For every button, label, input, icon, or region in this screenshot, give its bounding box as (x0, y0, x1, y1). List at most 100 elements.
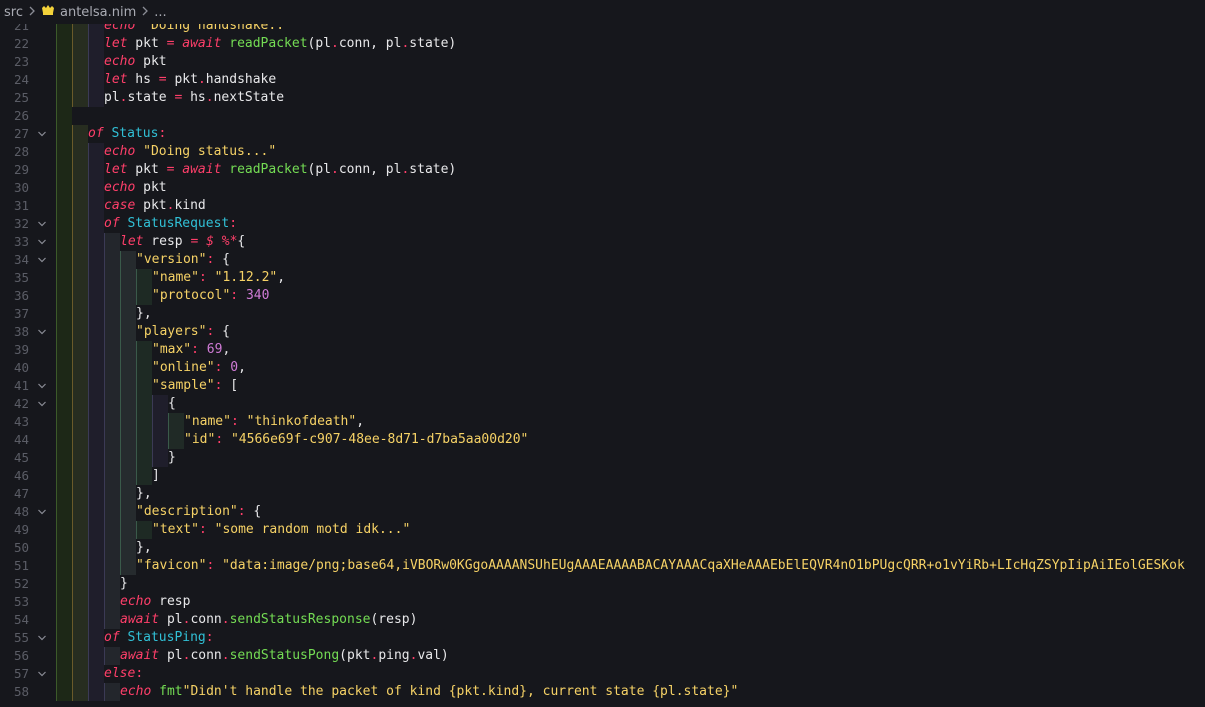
code-line[interactable]: 41 "sample": [ (0, 377, 1205, 395)
code-text[interactable]: "sample": [ (56, 377, 238, 395)
code-line[interactable]: 50}, (0, 539, 1205, 557)
code-line[interactable]: 29 let pkt = await readPacket(pl.conn, pl… (0, 161, 1205, 179)
code-text[interactable]: "name": "1.12.2", (56, 269, 285, 287)
code-text[interactable]: await pl.conn.sendStatusPong(pkt.ping.va… (56, 647, 449, 665)
code-text[interactable]: "online": 0, (56, 359, 246, 377)
fold-chevron-icon[interactable] (37, 377, 49, 395)
code-line[interactable]: 33 let resp = $ %*{ (0, 233, 1205, 251)
indent-guide (56, 611, 72, 629)
code-line[interactable]: 25 pl.state = hs.nextState (0, 89, 1205, 107)
fold-chevron-icon[interactable] (37, 503, 49, 521)
code-text[interactable]: ] (56, 467, 160, 485)
code-line[interactable]: 32 of StatusRequest: (0, 215, 1205, 233)
code-line[interactable]: 58 echo fmt"Didn't handle the packet of k… (0, 683, 1205, 701)
code-text[interactable]: "description": { (56, 503, 261, 521)
code-text[interactable]: echo pkt (56, 179, 167, 197)
code-line[interactable]: 27 of Status: (0, 125, 1205, 143)
code-text[interactable]: "favicon": "data:image/png;base64,iVBORw… (56, 557, 1185, 575)
code-text[interactable]: echo resp (56, 593, 190, 611)
code-token: of (104, 216, 120, 231)
code-line[interactable]: 22 let pkt = await readPacket(pl.conn, pl… (0, 35, 1205, 53)
code-text[interactable]: echo "Doing handshake.." (56, 24, 292, 35)
fold-chevron-icon[interactable] (37, 251, 49, 269)
code-line[interactable]: 53 echo resp (0, 593, 1205, 611)
indent-guide (56, 557, 72, 575)
fold-chevron-icon[interactable] (37, 215, 49, 233)
code-text[interactable]: "players": { (56, 323, 230, 341)
line-number: 21 (13, 24, 29, 33)
code-text[interactable]: of Status: (56, 125, 166, 143)
code-line[interactable]: 48 "description": { (0, 503, 1205, 521)
code-text[interactable]: "text": "some random motd idk..." (56, 521, 410, 539)
code-text[interactable]: of StatusPing: (56, 629, 214, 647)
code-line[interactable]: 39 "max": 69, (0, 341, 1205, 359)
code-text[interactable]: } (56, 575, 128, 593)
code-text[interactable]: let hs = pkt.handshake (56, 71, 276, 89)
code-text[interactable]: await pl.conn.sendStatusResponse(resp) (56, 611, 417, 629)
code-line[interactable]: 51 "favicon": "data:image/png;base64,iVBO… (0, 557, 1205, 575)
code-line[interactable]: 30 echo pkt (0, 179, 1205, 197)
code-line[interactable]: 57 else: (0, 665, 1205, 683)
code-text[interactable]: } (56, 449, 176, 467)
code-line[interactable]: 37}, (0, 305, 1205, 323)
code-line[interactable]: 56 await pl.conn.sendStatusPong(pkt.ping.… (0, 647, 1205, 665)
code-text[interactable]: let pkt = await readPacket(pl.conn, pl.s… (56, 161, 456, 179)
code-line[interactable]: 42 { (0, 395, 1205, 413)
code-line[interactable]: 26 (0, 107, 1205, 125)
indent-guide (56, 197, 72, 215)
code-line[interactable]: 21 echo "Doing handshake.." (0, 24, 1205, 35)
code-line[interactable]: 24 let hs = pkt.handshake (0, 71, 1205, 89)
code-line[interactable]: 55 of StatusPing: (0, 629, 1205, 647)
code-line[interactable]: 44 "id": "4566e69f-c907-48ee-8d71-d7ba5aa… (0, 431, 1205, 449)
breadcrumb-more[interactable]: ... (154, 5, 166, 20)
code-line[interactable]: 45} (0, 449, 1205, 467)
code-line[interactable]: 54 await pl.conn.sendStatusResponse(resp) (0, 611, 1205, 629)
code-line[interactable]: 23 echo pkt (0, 53, 1205, 71)
code-text[interactable]: }, (56, 539, 152, 557)
code-text[interactable]: echo fmt"Didn't handle the packet of kin… (56, 683, 738, 701)
fold-chevron-icon[interactable] (37, 323, 49, 341)
code-token: "version" (136, 252, 207, 267)
code-line[interactable]: 35 "name": "1.12.2", (0, 269, 1205, 287)
code-text[interactable]: "protocol": 340 (56, 287, 269, 305)
code-text[interactable]: "version": { (56, 251, 230, 269)
code-text[interactable]: else: (56, 665, 143, 683)
code-text[interactable]: }, (56, 485, 152, 503)
code-text[interactable]: echo "Doing status..." (56, 143, 276, 161)
fold-chevron-icon[interactable] (37, 125, 49, 143)
code-line[interactable]: 46] (0, 467, 1205, 485)
fold-chevron-icon[interactable] (37, 629, 49, 647)
code-token: { (214, 324, 230, 339)
code-text[interactable] (56, 107, 72, 125)
code-line[interactable]: 28 echo "Doing status..." (0, 143, 1205, 161)
code-text[interactable]: { (56, 395, 176, 413)
breadcrumb-file[interactable]: antelsa.nim (60, 5, 136, 20)
breadcrumb-folder[interactable]: src (4, 5, 23, 20)
code-line[interactable]: 49 "text": "some random motd idk..." (0, 521, 1205, 539)
code-line[interactable]: 38 "players": { (0, 323, 1205, 341)
code-line[interactable]: 31 case pkt.kind (0, 197, 1205, 215)
code-line[interactable]: 43 "name": "thinkofdeath", (0, 413, 1205, 431)
code-text[interactable]: let pkt = await readPacket(pl.conn, pl.s… (56, 35, 456, 53)
code-line[interactable]: 34 "version": { (0, 251, 1205, 269)
code-text[interactable]: "id": "4566e69f-c907-48ee-8d71-d7ba5aa00… (56, 431, 528, 449)
fold-chevron-icon[interactable] (37, 233, 49, 251)
code-text[interactable]: case pkt.kind (56, 197, 206, 215)
code-text[interactable]: echo pkt (56, 53, 167, 71)
code-editor[interactable]: 21 echo "Doing handshake.." 22 let pkt = aw… (0, 24, 1205, 707)
code-text[interactable]: let resp = $ %*{ (56, 233, 245, 251)
code-line[interactable]: 36 "protocol": 340 (0, 287, 1205, 305)
code-text[interactable]: of StatusRequest: (56, 215, 237, 233)
code-line[interactable]: 40 "online": 0, (0, 359, 1205, 377)
fold-chevron-icon[interactable] (37, 665, 49, 683)
line-number: 44 (13, 432, 29, 447)
code-text[interactable]: "name": "thinkofdeath", (56, 413, 364, 431)
code-line[interactable]: 52} (0, 575, 1205, 593)
code-text[interactable]: }, (56, 305, 152, 323)
fold-chevron-icon[interactable] (37, 395, 49, 413)
code-line[interactable]: 47}, (0, 485, 1205, 503)
code-lines[interactable]: 21 echo "Doing handshake.." 22 let pkt = aw… (0, 24, 1205, 701)
code-text[interactable]: "max": 69, (56, 341, 230, 359)
code-text[interactable]: pl.state = hs.nextState (56, 89, 284, 107)
